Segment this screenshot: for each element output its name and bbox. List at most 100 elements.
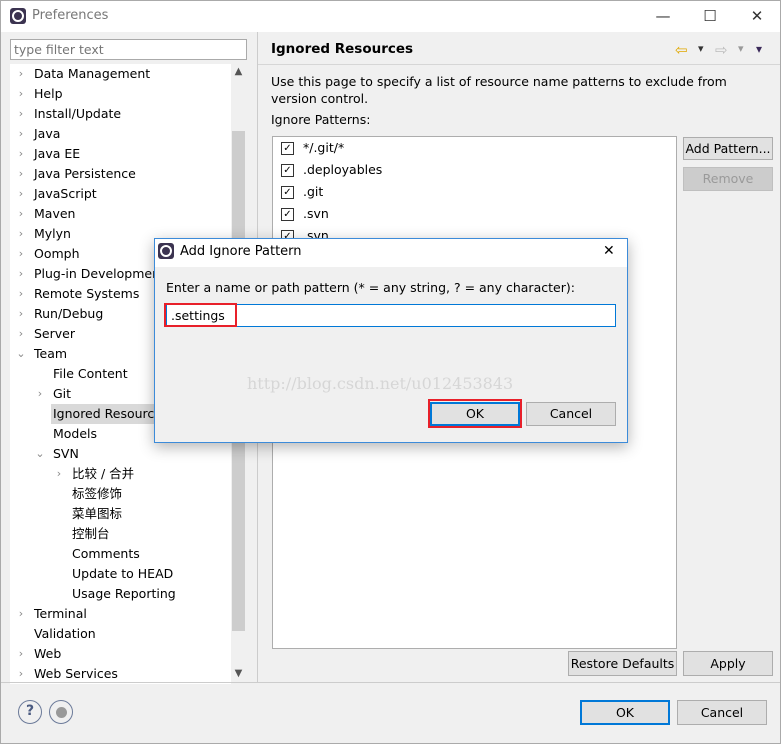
chevron-right-icon[interactable]: › [16,124,26,144]
chevron-right-icon[interactable]: › [16,644,26,664]
tree-item[interactable]: › Java Persistence [10,164,231,184]
tree-item[interactable]: › Help [10,84,231,104]
tree-item-label: Java [34,126,61,141]
tree-item-label: Java EE [34,146,81,161]
pattern-item[interactable]: ✓ */.git/* [281,137,344,159]
tree-item-label: JavaScript [34,186,97,201]
filter-input[interactable] [10,39,247,60]
tree-item[interactable]: › Java [10,124,231,144]
tree-item-label: Server [34,326,75,341]
chevron-right-icon[interactable]: › [16,184,26,204]
chevron-right-icon[interactable]: › [16,664,26,684]
watermark: http://blog.csdn.net/u012453843 [247,374,514,393]
checkbox[interactable]: ✓ [281,163,294,177]
tree-item[interactable]: ⌄ SVN [10,444,231,464]
chevron-right-icon[interactable]: › [54,464,64,484]
chevron-right-icon[interactable]: › [16,64,26,84]
tree-item-label: Run/Debug [34,306,104,321]
chevron-right-icon[interactable]: › [16,324,26,344]
pattern-item[interactable]: ✓ .git [281,181,323,203]
chevron-right-icon[interactable]: › [16,204,26,224]
tree-item[interactable]: › 比较 / 合并 [10,464,231,484]
back-icon[interactable]: ⇦ [675,41,688,59]
tree-item-label: Oomph [34,246,80,261]
chevron-right-icon[interactable]: › [16,604,26,624]
minimize-button[interactable]: — [640,1,686,31]
checkbox[interactable]: ✓ [281,207,294,221]
apply-button[interactable]: Apply [683,651,773,676]
tree-item[interactable]: 标签修饰 [10,484,231,504]
pattern-text: .deployables [303,162,383,177]
ok-button[interactable]: OK [580,700,670,725]
record-icon[interactable] [49,700,73,724]
chevron-right-icon[interactable]: › [16,164,26,184]
pattern-item[interactable]: ✓ .deployables [281,159,382,181]
tree-item[interactable]: Validation [10,624,231,644]
chevron-right-icon[interactable]: › [16,304,26,324]
tree-item[interactable]: Usage Reporting [10,584,231,604]
close-button[interactable]: ✕ [734,1,780,31]
dialog-prompt: Enter a name or path pattern (* = any st… [166,280,575,295]
scroll-up-icon[interactable]: ▲ [231,66,246,77]
tree-item-label: Maven [34,206,76,221]
tree-item[interactable]: › Web Services [10,664,231,684]
tree-item[interactable]: Update to HEAD [10,564,231,584]
tree-item-label: SVN [53,446,79,461]
tree-item[interactable]: › JavaScript [10,184,231,204]
footer-separator [1,682,780,683]
pattern-item[interactable]: ✓ .svn [281,203,329,225]
page-title: Ignored Resources [271,41,414,57]
forward-icon[interactable]: ⇨ [715,41,728,59]
remove-button[interactable]: Remove [683,167,773,191]
tree-item[interactable]: › Maven [10,204,231,224]
chevron-right-icon[interactable]: › [16,144,26,164]
tree-item-label: 标签修饰 [72,486,123,501]
tree-item-label: Validation [34,626,96,641]
tree-item[interactable]: Comments [10,544,231,564]
back-dropdown-icon[interactable]: ▾ [698,42,704,55]
tree-item[interactable]: › Java EE [10,144,231,164]
tree-item-label: Remote Systems [34,286,140,301]
tree-item[interactable]: › Terminal [10,604,231,624]
help-icon[interactable]: ? [18,700,42,724]
maximize-button[interactable]: ☐ [687,1,733,31]
chevron-right-icon[interactable]: › [16,284,26,304]
checkbox[interactable]: ✓ [281,185,294,199]
chevron-right-icon[interactable]: › [35,384,45,404]
tree-item-label: Web [34,646,62,661]
chevron-right-icon[interactable]: › [16,84,26,104]
tree-item[interactable]: 控制台 [10,524,231,544]
chevron-right-icon[interactable]: › [16,104,26,124]
add-ignore-pattern-dialog: Add Ignore Pattern ✕ Enter a name or pat… [154,238,628,443]
add-pattern-button[interactable]: Add Pattern... [683,137,773,160]
dialog-title: Add Ignore Pattern [180,244,302,259]
tree-item-label: File Content [53,366,128,381]
tree-item[interactable]: › Data Management [10,64,231,84]
tree-item[interactable]: › Web [10,644,231,664]
tree-item-label: 控制台 [72,526,110,541]
tree-item-label: Comments [72,546,140,561]
tree-item[interactable]: › Install/Update [10,104,231,124]
view-menu-icon[interactable]: ▾ [756,42,762,56]
tree-item[interactable]: 菜单图标 [10,504,231,524]
restore-defaults-button[interactable]: Restore Defaults [568,651,677,676]
forward-dropdown-icon[interactable]: ▾ [738,42,744,55]
chevron-down-icon[interactable]: ⌄ [16,344,26,364]
chevron-right-icon[interactable]: › [16,244,26,264]
chevron-down-icon[interactable]: ⌄ [35,444,45,464]
tree-item-label: Mylyn [34,226,71,241]
chevron-right-icon[interactable]: › [16,264,26,284]
dialog-cancel-button[interactable]: Cancel [526,402,616,426]
chevron-right-icon[interactable]: › [16,224,26,244]
checkbox[interactable]: ✓ [281,141,294,155]
preferences-window: Preferences — ☐ ✕ ›Data Management›Help›… [0,0,781,744]
dialog-close-button[interactable]: ✕ [603,243,615,259]
tree-item-label: Usage Reporting [72,586,176,601]
scroll-down-icon[interactable]: ▼ [231,668,246,679]
cancel-button[interactable]: Cancel [677,700,767,725]
tree-item-label: Java Persistence [34,166,136,181]
highlight-box [164,303,237,327]
pattern-text: */.git/* [303,140,345,155]
eclipse-icon [158,243,174,259]
tree-item-label: Help [34,86,63,101]
